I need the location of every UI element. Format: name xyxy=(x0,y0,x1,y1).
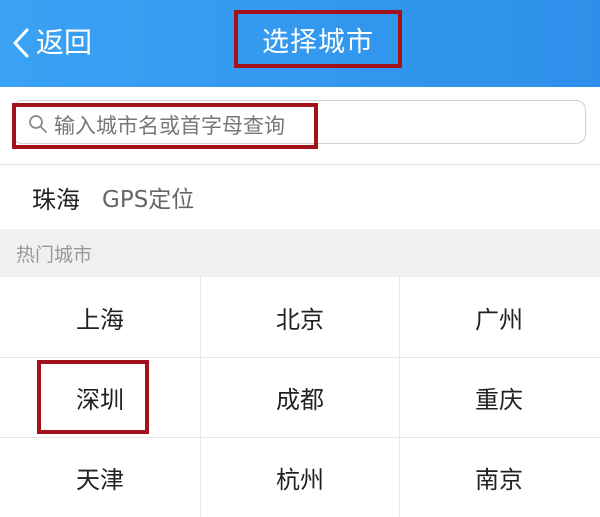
city-cell-shenzhen[interactable]: 深圳 xyxy=(0,357,200,437)
current-location-row: 珠海 GPS定位 xyxy=(0,165,600,229)
search-placeholder: 输入城市名或首字母查询 xyxy=(54,114,285,138)
city-cell-nanjing[interactable]: 南京 xyxy=(399,437,599,517)
current-city[interactable]: 珠海 xyxy=(32,180,80,215)
hot-cities-header: 热门城市 xyxy=(0,229,600,277)
back-button[interactable]: 返回 xyxy=(12,23,92,63)
hot-cities-grid: 上海 北京 广州 深圳 成都 重庆 天津 杭州 南京 xyxy=(0,277,600,517)
city-cell-guangzhou[interactable]: 广州 xyxy=(399,277,599,357)
title-highlight-box: 选择城市 xyxy=(234,10,402,68)
header-bar: 返回 选择城市 xyxy=(0,0,600,87)
gps-label: GPS定位 xyxy=(102,187,195,213)
city-cell-shanghai[interactable]: 上海 xyxy=(0,277,200,357)
chevron-left-icon xyxy=(12,27,30,59)
city-cell-tianjin[interactable]: 天津 xyxy=(0,437,200,517)
page-title: 选择城市 xyxy=(262,26,374,58)
search-input-content[interactable]: 输入城市名或首字母查询 xyxy=(28,111,285,141)
hot-cities-title: 热门城市 xyxy=(16,243,93,266)
back-label: 返回 xyxy=(36,26,93,59)
city-cell-chongqing[interactable]: 重庆 xyxy=(399,357,599,437)
city-cell-hangzhou[interactable]: 杭州 xyxy=(200,437,400,517)
city-cell-beijing[interactable]: 北京 xyxy=(200,277,400,357)
search-icon xyxy=(28,114,48,138)
city-cell-chengdu[interactable]: 成都 xyxy=(200,357,400,437)
